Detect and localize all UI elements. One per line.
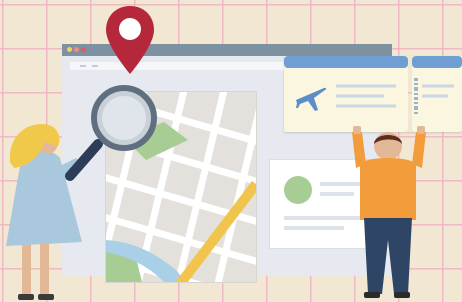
woman-with-magnifier	[0, 84, 170, 302]
barcode-icon	[414, 78, 418, 118]
location-pin-icon	[104, 4, 156, 76]
magnifying-glass-icon	[60, 84, 160, 184]
plane-ticket	[284, 56, 462, 132]
card-avatar	[284, 176, 312, 204]
window-dots-icon	[67, 47, 91, 53]
airplane-icon	[292, 80, 328, 116]
man-holding-ticket	[342, 124, 432, 302]
